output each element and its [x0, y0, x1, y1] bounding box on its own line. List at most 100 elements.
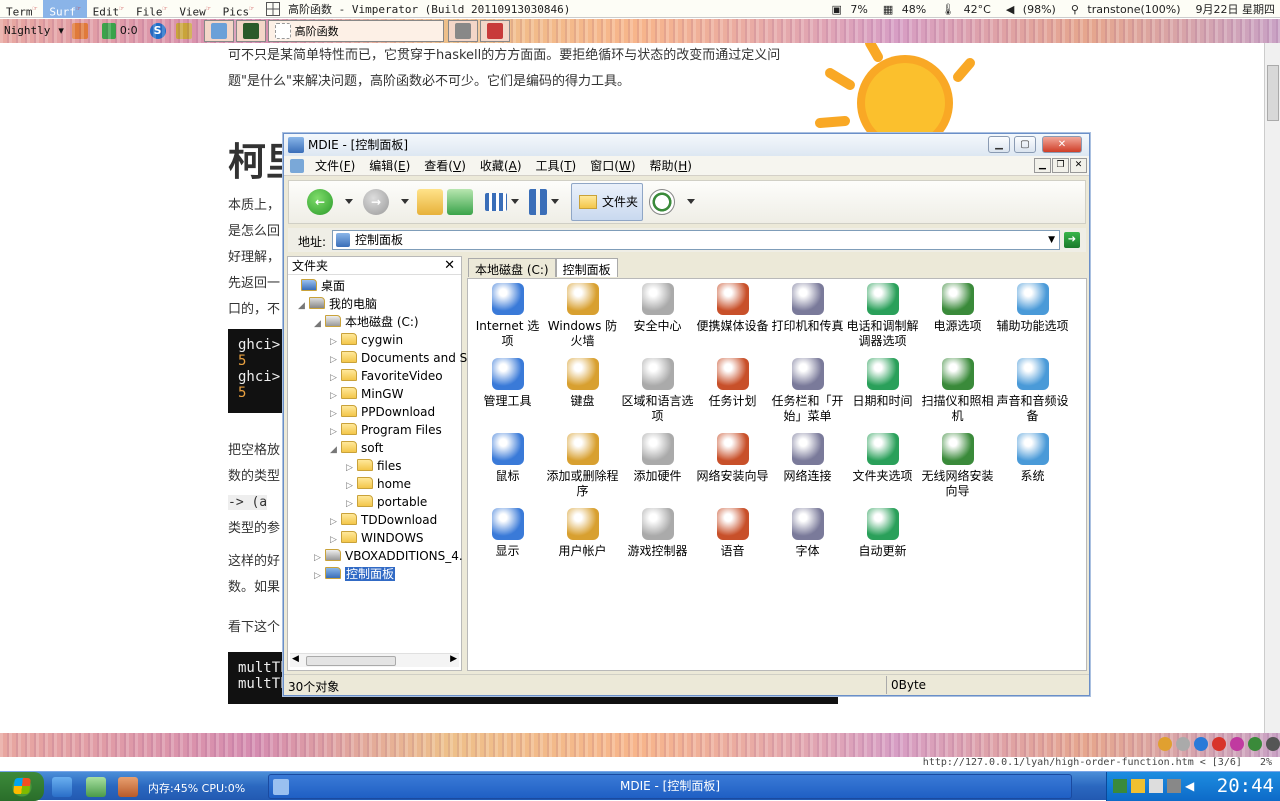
- minimize-button[interactable]: ▁: [988, 136, 1010, 153]
- control-panel-item[interactable]: Internet 选项: [470, 283, 545, 349]
- tree-item[interactable]: ▷控制面板: [314, 565, 395, 583]
- tab-2[interactable]: [236, 20, 266, 42]
- menu-file[interactable]: File☞: [130, 0, 173, 18]
- control-panel-item[interactable]: 文件夹选项: [845, 433, 920, 484]
- horizontal-scrollbar[interactable]: ◀ ▶: [290, 653, 459, 667]
- tray-app-icon[interactable]: [1131, 779, 1145, 793]
- tree-item[interactable]: 桌面: [290, 277, 345, 295]
- control-panel-item[interactable]: 显示: [470, 508, 545, 559]
- menu-term[interactable]: Term☞: [0, 0, 43, 18]
- user-icon[interactable]: [1266, 737, 1280, 751]
- quicklaunch-desktop-icon[interactable]: [52, 777, 72, 797]
- menu-pics[interactable]: Pics☞: [217, 0, 260, 18]
- control-panel-item[interactable]: 字体: [770, 508, 845, 559]
- control-panel-item[interactable]: 日期和时间: [845, 358, 920, 409]
- forward-dropdown-icon[interactable]: [401, 199, 409, 204]
- close-pane-icon[interactable]: ✕: [444, 257, 455, 275]
- control-panel-item[interactable]: 安全中心: [620, 283, 695, 334]
- view-mode-icon[interactable]: [485, 193, 507, 211]
- address-input[interactable]: 控制面板 ▼: [332, 230, 1060, 250]
- volume-icon[interactable]: ◀: [1185, 779, 1194, 793]
- sync-folder-icon[interactable]: [649, 189, 675, 215]
- mdi-close-button[interactable]: ✕: [1070, 158, 1087, 173]
- go-button[interactable]: ➜: [1064, 232, 1080, 248]
- menu-edit[interactable]: Edit☞: [87, 0, 130, 18]
- tab-5[interactable]: [480, 20, 510, 42]
- expand-arrow-icon[interactable]: ◢: [314, 315, 323, 333]
- back-dropdown-icon[interactable]: [345, 199, 353, 204]
- tray-app-icon[interactable]: [1149, 779, 1163, 793]
- addon-icon[interactable]: [1230, 737, 1244, 751]
- sort-dropdown-icon[interactable]: [551, 199, 559, 204]
- profile-label[interactable]: Nightly: [0, 21, 54, 41]
- quicklaunch-trash-icon[interactable]: [118, 777, 138, 797]
- control-panel-item[interactable]: 自动更新: [845, 508, 920, 559]
- addon-icon[interactable]: [72, 23, 88, 39]
- menu-favorites-cn[interactable]: 收藏(A): [473, 157, 529, 174]
- refresh-icon[interactable]: [447, 189, 473, 215]
- tab-local-disk[interactable]: 本地磁盘 (C:): [468, 258, 556, 277]
- scroll-thumb[interactable]: [306, 656, 396, 666]
- tree-item[interactable]: ▷FavoriteVideo: [330, 367, 443, 385]
- control-panel-item[interactable]: 网络连接: [770, 433, 845, 484]
- menu-file-cn[interactable]: 文件(F): [308, 157, 362, 174]
- control-panel-item[interactable]: 任务栏和「开始」菜单: [770, 358, 845, 424]
- control-panel-item[interactable]: 便携媒体设备: [695, 283, 770, 334]
- control-panel-item[interactable]: 网络安装向导: [695, 433, 770, 484]
- tree-item[interactable]: ▷WINDOWS: [330, 529, 424, 547]
- menu-window-cn[interactable]: 窗口(W): [583, 157, 642, 174]
- control-panel-item[interactable]: 扫描仪和照相机: [920, 358, 995, 424]
- menu-view-cn[interactable]: 查看(V): [417, 157, 473, 174]
- control-panel-item[interactable]: 区域和语言选项: [620, 358, 695, 424]
- help-icon[interactable]: [1176, 737, 1190, 751]
- menu-help-cn[interactable]: 帮助(H): [643, 157, 699, 174]
- window-titlebar[interactable]: MDIE - [控制面板] ▁ ▢ ✕: [284, 134, 1089, 156]
- start-button[interactable]: [0, 772, 44, 801]
- control-panel-item[interactable]: 辅助功能选项: [995, 283, 1070, 334]
- s-icon[interactable]: S: [150, 23, 166, 39]
- pen-icon[interactable]: [1158, 737, 1172, 751]
- scroll-thumb[interactable]: [1267, 65, 1279, 121]
- tray-app-icon[interactable]: [1167, 779, 1181, 793]
- mdi-restore-button[interactable]: ❐: [1052, 158, 1069, 173]
- tree-item[interactable]: ▷files: [346, 457, 402, 475]
- bookmark-icon[interactable]: [102, 23, 116, 39]
- tree-item[interactable]: ▷PPDownload: [330, 403, 435, 421]
- taskbar-task-mdie[interactable]: MDIE - [控制面板]: [268, 774, 1072, 799]
- tree-item[interactable]: ◢soft: [330, 439, 383, 457]
- forward-icon[interactable]: →: [363, 189, 389, 215]
- up-folder-icon[interactable]: [417, 189, 443, 215]
- menu-surf[interactable]: Surf☞: [43, 0, 86, 18]
- close-button[interactable]: ✕: [1042, 136, 1082, 153]
- tab-1[interactable]: [204, 20, 234, 42]
- control-panel-item[interactable]: 系统: [995, 433, 1070, 484]
- address-dropdown-icon[interactable]: ▼: [1048, 231, 1055, 249]
- expand-arrow-icon[interactable]: ◢: [330, 441, 339, 459]
- control-panel-item[interactable]: 鼠标: [470, 433, 545, 484]
- sync-icon[interactable]: [176, 23, 192, 39]
- control-panel-item[interactable]: 添加硬件: [620, 433, 695, 484]
- control-panel-item[interactable]: 用户帐户: [545, 508, 620, 559]
- quicklaunch-folder-icon[interactable]: [86, 777, 106, 797]
- view-dropdown-icon[interactable]: [511, 199, 519, 204]
- back-icon[interactable]: ←: [307, 189, 333, 215]
- maximize-button[interactable]: ▢: [1014, 136, 1036, 153]
- tab-active[interactable]: 高阶函数: [268, 20, 444, 42]
- tree-item[interactable]: ▷portable: [346, 493, 427, 511]
- menu-tools-cn[interactable]: 工具(T): [529, 157, 584, 174]
- tree-item[interactable]: ◢我的电脑: [298, 295, 377, 313]
- wifi-readout[interactable]: ⚲ transtone(100%): [1066, 3, 1191, 16]
- tab-4[interactable]: [448, 20, 478, 42]
- control-panel-item[interactable]: 键盘: [545, 358, 620, 409]
- page-scrollbar[interactable]: [1264, 43, 1280, 733]
- menu-view[interactable]: View☞: [173, 0, 216, 18]
- p-icon[interactable]: [1194, 737, 1208, 751]
- tree-item[interactable]: ▷TDDownload: [330, 511, 437, 529]
- control-panel-item[interactable]: 打印机和传真: [770, 283, 845, 334]
- reload-icon[interactable]: [1248, 737, 1262, 751]
- tray-app-icon[interactable]: [1113, 779, 1127, 793]
- expand-arrow-icon[interactable]: ▷: [314, 567, 323, 585]
- mdi-minimize-button[interactable]: ▁: [1034, 158, 1051, 173]
- control-panel-item[interactable]: 电话和调制解调器选项: [845, 283, 920, 349]
- control-panel-item[interactable]: 电源选项: [920, 283, 995, 334]
